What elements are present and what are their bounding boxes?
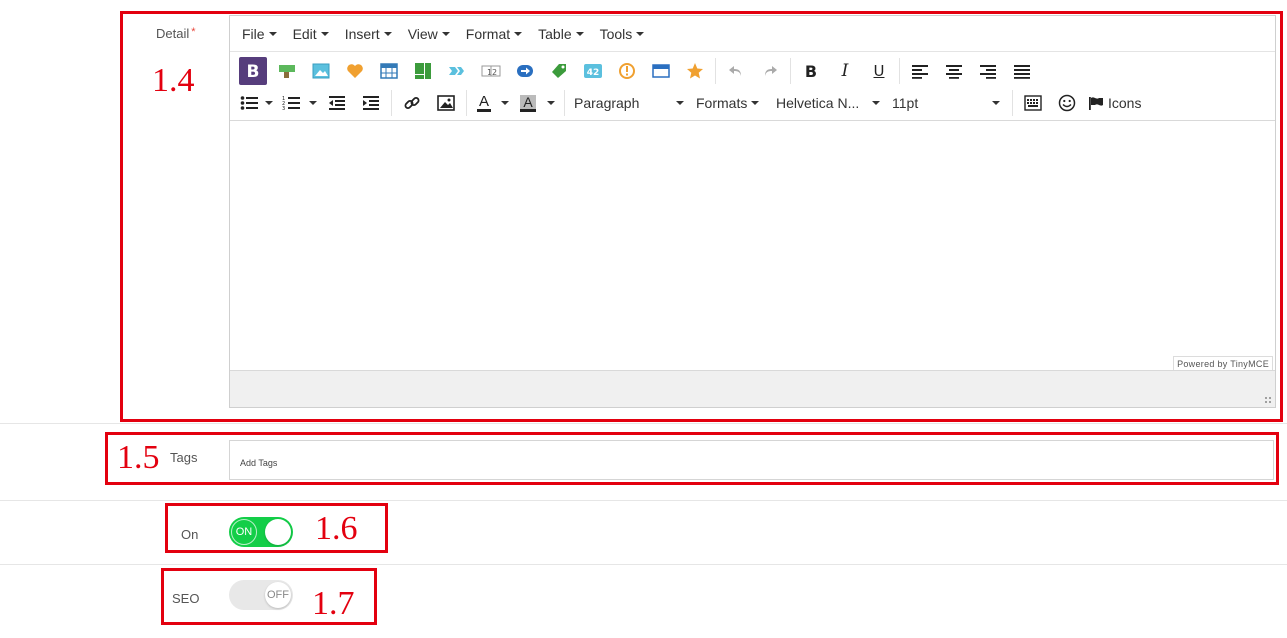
- annotation-label-status: 1.6: [315, 510, 358, 547]
- row-divider: [0, 564, 1287, 565]
- annotation-label-seo: 1.7: [312, 585, 355, 622]
- annotation-box-detail: [120, 11, 1283, 422]
- annotation-label-detail: 1.4: [152, 62, 195, 99]
- annotation-box-tags: [105, 432, 1279, 485]
- row-divider: [0, 423, 1287, 424]
- row-divider: [0, 500, 1287, 501]
- annotation-label-tags: 1.5: [117, 439, 160, 476]
